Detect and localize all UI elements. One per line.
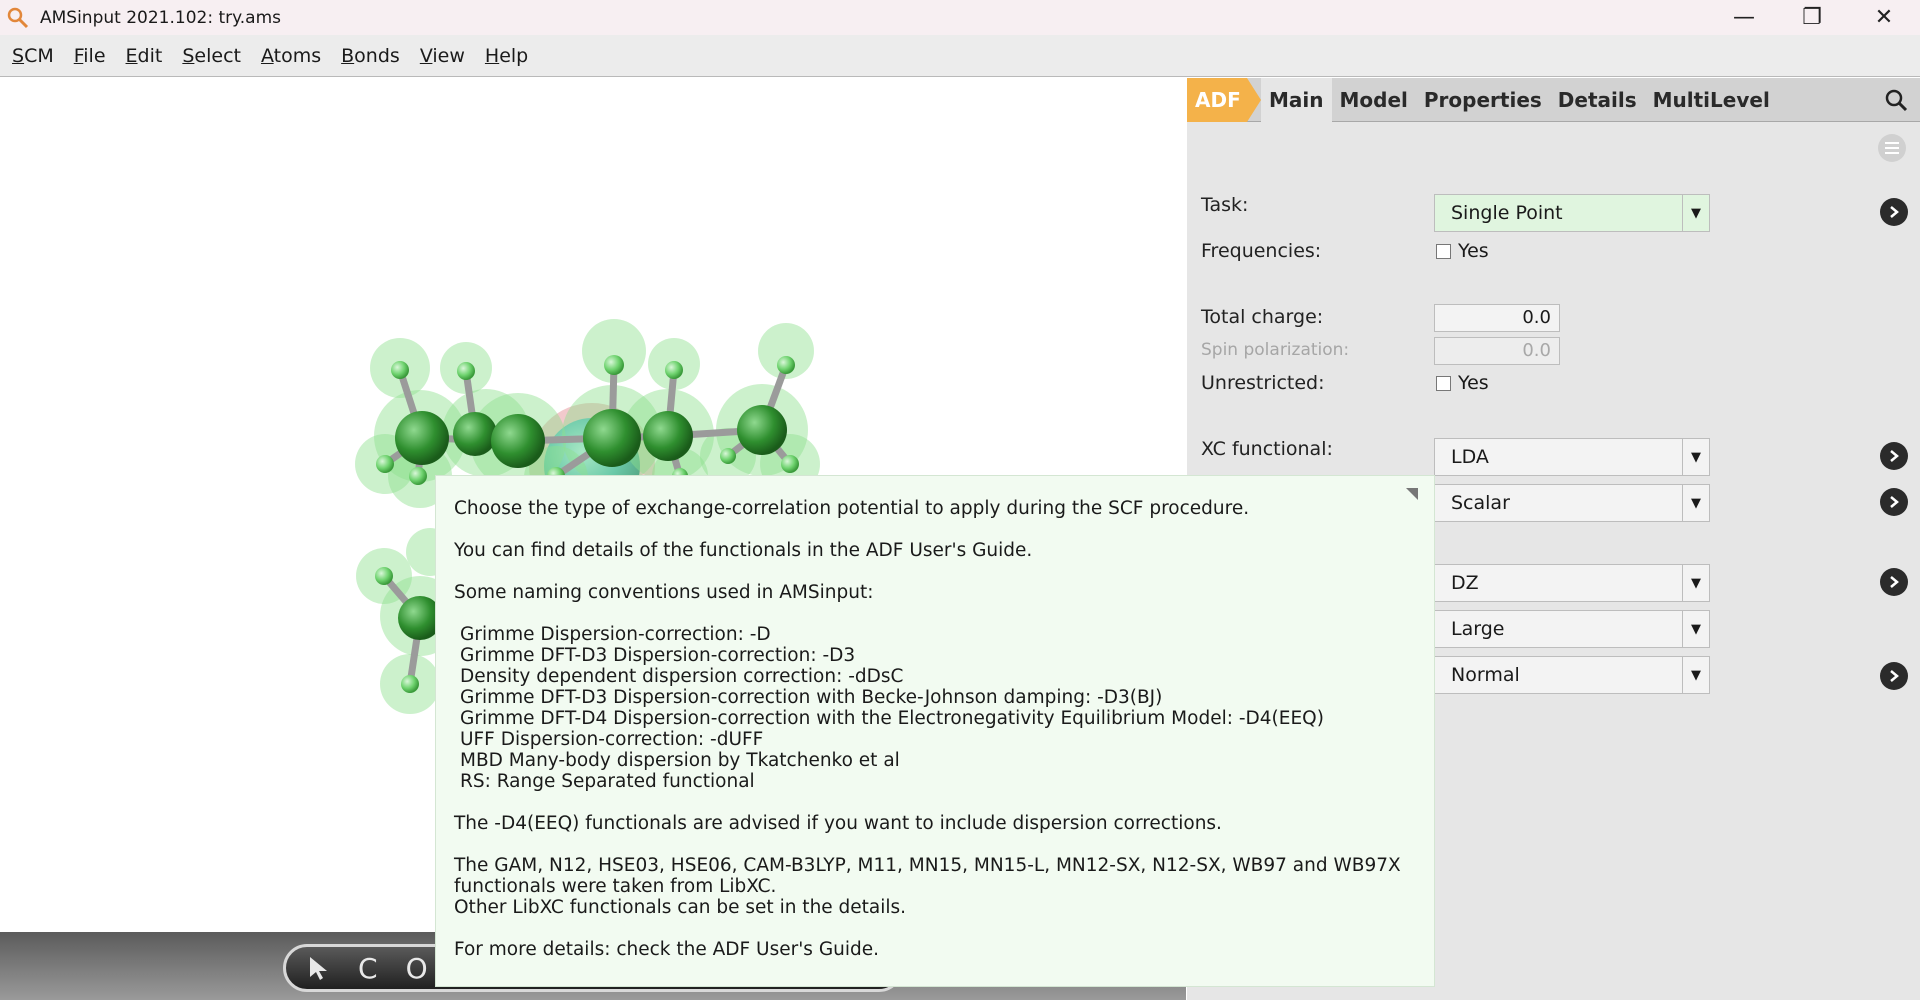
list-item: UFF Dispersion-correction: -dUFF [460,729,764,750]
total-charge-label: Total charge: [1201,306,1324,328]
menu-view[interactable]: View [420,45,465,67]
spin-polarization-field: 0.0 [1434,337,1560,365]
amsinput-app-icon [7,7,29,28]
tooltip-intro: Choose the type of exchange-correlation … [454,498,1250,519]
tooltip-more-details: For more details: check the ADF User's G… [454,939,880,960]
chevron-down-icon[interactable]: ▼ [1682,611,1709,647]
tab-main[interactable]: Main [1261,77,1332,122]
xc-functional-tooltip: Choose the type of exchange-correlation … [435,475,1435,987]
list-item: Grimme Dispersion-correction: -D [460,624,771,645]
numerical-quality-select[interactable]: Normal ▼ [1434,656,1710,694]
checkbox-box[interactable] [1436,375,1451,391]
minimize-button[interactable]: — [1710,0,1778,35]
menu-select[interactable]: Select [182,45,241,67]
relativity-value: Scalar [1451,492,1510,514]
tooltip-d4-advice: The -D4(EEQ) functionals are advised if … [454,813,1222,834]
basis-value: DZ [1451,572,1479,594]
menu-bonds[interactable]: Bonds [341,45,400,67]
numerical-quality-value: Normal [1451,664,1520,686]
list-item: Density dependent dispersion correction:… [460,666,904,687]
list-item: Grimme DFT-D4 Dispersion-correction with… [460,708,1324,729]
tab-model[interactable]: Model [1332,78,1416,122]
menu-help[interactable]: Help [485,45,528,67]
list-item: Grimme DFT-D3 Dispersion-correction with… [460,687,1163,708]
task-select-value: Single Point [1451,202,1563,224]
hamburger-icon [1885,142,1899,154]
carbon-tool[interactable]: C [358,952,378,985]
checkbox-box[interactable] [1436,243,1451,259]
menu-scm[interactable]: SCM [12,45,54,67]
xc-functional-value: LDA [1451,446,1489,468]
tooltip-conventions-list: Grimme Dispersion-correction: -D Grimme … [460,624,1416,792]
frozen-core-value: Large [1451,618,1505,640]
restore-button[interactable]: ❐ [1778,0,1846,35]
search-icon[interactable] [1884,88,1908,112]
tab-properties[interactable]: Properties [1416,78,1550,122]
xc-functional-select[interactable]: LDA ▼ [1434,438,1710,476]
tab-multilevel[interactable]: MultiLevel [1645,78,1778,122]
tooltip-resize-corner-icon [1406,488,1418,500]
chevron-right-icon [1890,576,1899,588]
total-charge-field[interactable]: 0.0 [1434,304,1560,332]
window-title: AMSinput 2021.102: try.ams [40,7,281,28]
quality-details-button[interactable] [1880,662,1908,690]
tooltip-libxc-paragraph: The GAM, N12, HSE03, HSE06, CAM-B3LYP, M… [454,855,1416,918]
task-details-button[interactable] [1880,198,1908,226]
chevron-down-icon[interactable]: ▼ [1682,485,1709,521]
relativity-details-button[interactable] [1880,488,1908,516]
task-select[interactable]: Single Point ▼ [1434,194,1710,232]
list-item: MBD Many-body dispersion by Tkatchenko e… [460,750,900,771]
unrestricted-yes-label: Yes [1458,372,1489,394]
panel-tab-bar: ADF Main Model Properties Details MultiL… [1187,77,1920,122]
spin-polarization-label: Spin polarization: [1201,340,1350,360]
tooltip-conventions-heading: Some naming conventions used in AMSinput… [454,582,874,603]
task-label: Task: [1201,194,1249,216]
chevron-right-icon [1890,496,1899,508]
basis-select[interactable]: DZ ▼ [1434,564,1710,602]
frequencies-checkbox[interactable]: Yes [1436,240,1489,262]
frequencies-yes-label: Yes [1458,240,1489,262]
tooltip-guide-note: You can find details of the functionals … [454,540,1033,561]
oxygen-tool[interactable]: O [406,952,428,985]
tab-details[interactable]: Details [1550,78,1645,122]
menu-atoms[interactable]: Atoms [261,45,321,67]
unrestricted-checkbox[interactable]: Yes [1436,372,1489,394]
unrestricted-label: Unrestricted: [1201,372,1325,394]
basis-details-button[interactable] [1880,568,1908,596]
pointer-tool-icon[interactable] [308,955,330,981]
menu-bar: SCM File Edit Select Atoms Bonds View He… [0,35,1920,77]
xc-details-button[interactable] [1880,442,1908,470]
chevron-right-icon [1890,670,1899,682]
panel-menu-button[interactable] [1878,134,1906,162]
close-button[interactable]: ✕ [1850,0,1918,35]
chevron-right-icon [1890,450,1899,462]
menu-file[interactable]: File [74,45,106,67]
chevron-down-icon[interactable]: ▼ [1682,195,1709,231]
list-item: Grimme DFT-D3 Dispersion-correction: -D3 [460,645,856,666]
frozen-core-select[interactable]: Large ▼ [1434,610,1710,648]
title-bar: AMSinput 2021.102: try.ams — ❐ ✕ [0,0,1920,35]
menu-edit[interactable]: Edit [126,45,163,67]
chevron-down-icon[interactable]: ▼ [1682,439,1709,475]
relativity-select[interactable]: Scalar ▼ [1434,484,1710,522]
tooltip-libxc-line: functionals were taken from LibXC. [454,876,777,897]
chevron-down-icon[interactable]: ▼ [1682,565,1709,601]
list-item: RS: Range Separated functional [460,771,755,792]
tooltip-libxc-line: Other LibXC functionals can be set in th… [454,897,907,918]
tooltip-libxc-line: The GAM, N12, HSE03, HSE06, CAM-B3LYP, M… [454,855,1401,876]
frequencies-label: Frequencies: [1201,240,1322,262]
xc-functional-label: XC functional: [1201,438,1333,460]
chevron-right-icon [1890,206,1899,218]
chevron-down-icon[interactable]: ▼ [1682,657,1709,693]
tab-adf-engine[interactable]: ADF [1187,77,1261,122]
